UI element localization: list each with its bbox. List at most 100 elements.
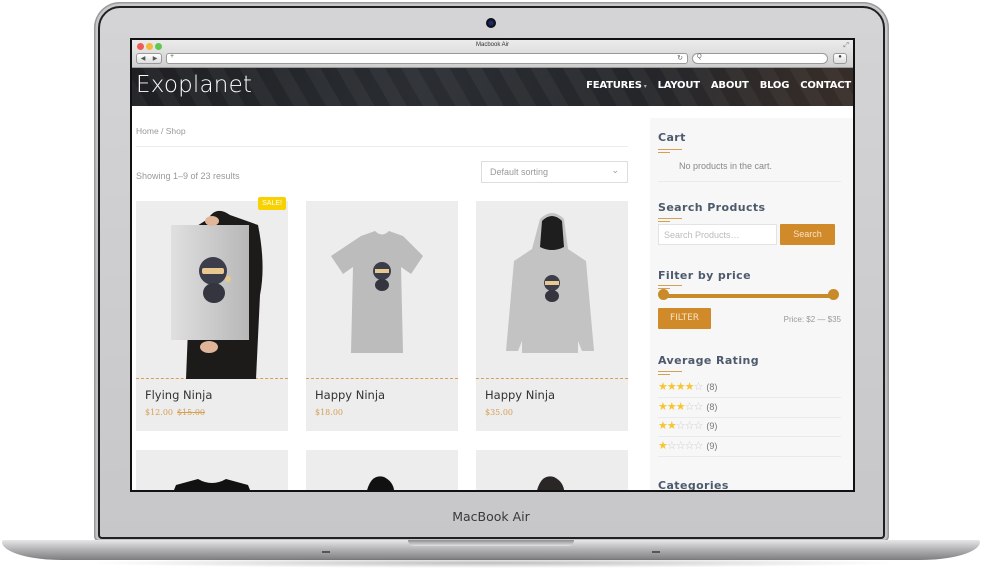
star-empty-icon: ☆: [666, 439, 677, 452]
forward-icon[interactable]: ▶: [153, 55, 158, 62]
product-search-input[interactable]: Search Products…: [658, 224, 777, 245]
result-count: Showing 1–9 of 23 results: [136, 171, 240, 181]
rating-filter-row[interactable]: ★★☆☆☆ (9): [658, 419, 717, 432]
star-empty-icon: ☆: [693, 400, 704, 413]
hoodie-image: [506, 213, 594, 353]
page-content: Home / Shop Showing 1–9 of 23 results De…: [132, 106, 853, 490]
filter-by-price-title: Filter by price: [658, 269, 751, 282]
browser-titlebar: Macbook Air ⤢ ◀ ▶ + ↻ Q ●: [132, 40, 853, 68]
site-logo[interactable]: Exoplanet: [136, 72, 252, 98]
filter-button[interactable]: FILTER: [658, 308, 711, 329]
laptop-foot: [322, 551, 330, 553]
star-filled-icon: ★: [675, 400, 686, 413]
rating-count: (9): [706, 421, 718, 431]
camera-icon: [486, 18, 496, 28]
product-card[interactable]: [136, 450, 288, 490]
star-filled-icon: ★: [675, 381, 686, 393]
search-button[interactable]: Search: [780, 224, 835, 245]
star-filled-icon: ★: [658, 381, 668, 393]
product-image[interactable]: [306, 201, 458, 379]
star-filled-icon: ★: [666, 400, 677, 413]
price-min-handle[interactable]: [658, 289, 669, 300]
product-image: [174, 479, 250, 490]
divider: [658, 181, 841, 182]
product-price: $18.00: [315, 408, 343, 417]
product-card[interactable]: [306, 450, 458, 490]
product-card[interactable]: [476, 450, 628, 490]
divider: [658, 416, 841, 418]
cart-title: Cart: [658, 131, 686, 144]
product-name[interactable]: Happy Ninja: [315, 388, 385, 402]
star-empty-icon: ☆: [675, 420, 686, 432]
nav-contact[interactable]: CONTACT: [800, 80, 851, 91]
average-rating-title: Average Rating: [658, 354, 759, 367]
title-underline: [658, 374, 670, 375]
laptop-foot: [652, 551, 660, 553]
product-card[interactable]: SALE! Flying Ninja $12.00 $15.00: [136, 197, 288, 431]
star-filled-icon: ★: [666, 420, 677, 432]
rating-count: (9): [706, 440, 718, 451]
info-icon[interactable]: ●: [833, 53, 847, 64]
rating-count: (8): [706, 382, 718, 392]
nav-about[interactable]: ABOUT: [711, 80, 749, 91]
star-empty-icon: ☆: [684, 400, 695, 413]
sort-selected-value: Default sorting: [490, 167, 549, 177]
sort-select[interactable]: Default sorting ⌄: [481, 161, 628, 183]
rating-filter-row[interactable]: ★☆☆☆☆ (9): [658, 439, 717, 452]
title-underline: [658, 218, 682, 219]
price-range-track[interactable]: [662, 294, 833, 298]
star-filled-icon: ★: [666, 381, 677, 393]
star-empty-icon: ☆: [675, 439, 686, 452]
title-underline: [658, 149, 682, 150]
product-image: [367, 476, 395, 490]
browser-window: Macbook Air ⤢ ◀ ▶ + ↻ Q ● Exoplanet FEAT…: [130, 38, 855, 492]
star-empty-icon: ☆: [684, 420, 695, 432]
product-image[interactable]: SALE!: [136, 197, 288, 379]
nav-features[interactable]: FEATURES ▾: [586, 80, 647, 91]
browser-search-input[interactable]: Q: [692, 53, 828, 64]
window-title: Macbook Air: [475, 42, 509, 48]
nav-blog[interactable]: BLOG: [760, 80, 790, 91]
reload-icon[interactable]: ↻: [677, 54, 683, 62]
sale-badge: SALE!: [258, 197, 286, 210]
chevron-down-icon: ▾: [643, 83, 647, 90]
title-underline: [658, 285, 682, 286]
product-name[interactable]: Happy Ninja: [485, 388, 555, 402]
product-name[interactable]: Flying Ninja: [145, 388, 212, 402]
rating-filter-row[interactable]: ★★★☆☆ (8): [658, 400, 717, 413]
laptop-notch: [408, 540, 574, 546]
laptop-shadow: [80, 558, 902, 568]
url-bar[interactable]: + ↻: [166, 53, 688, 64]
divider: [658, 436, 841, 437]
product-card[interactable]: Happy Ninja $18.00: [306, 201, 458, 431]
poster-image: [171, 210, 263, 379]
rating-count: (8): [706, 401, 718, 412]
star-filled-icon: ★: [658, 400, 668, 413]
star-empty-icon: ☆: [693, 420, 704, 432]
product-price: $12.00 $15.00: [145, 408, 205, 417]
fullscreen-icon[interactable]: ⤢: [843, 42, 849, 50]
nav-layout[interactable]: LAYOUT: [658, 80, 700, 91]
product-image[interactable]: [476, 201, 628, 379]
divider: [136, 146, 628, 147]
title-underline: [658, 371, 682, 372]
product-card[interactable]: Happy Ninja $35.00: [476, 201, 628, 431]
divider: [658, 455, 841, 457]
product-image: [537, 476, 565, 490]
divider: [658, 397, 841, 398]
history-nav: ◀ ▶: [136, 53, 162, 64]
regular-price: $15.00: [177, 408, 205, 417]
add-bookmark-icon[interactable]: +: [170, 53, 174, 60]
star-filled-icon: ★: [684, 381, 695, 393]
title-underline: [658, 221, 670, 222]
star-filled-icon: ★: [658, 420, 668, 432]
title-underline: [658, 152, 670, 153]
breadcrumb[interactable]: Home / Shop: [136, 126, 186, 136]
search-products-title: Search Products: [658, 201, 766, 214]
sale-price: $12.00: [145, 408, 173, 417]
back-icon[interactable]: ◀: [141, 55, 146, 62]
nav-label: FEATURES: [586, 80, 642, 91]
main-nav: FEATURES ▾ LAYOUT ABOUT BLOG CONTACT: [586, 80, 851, 91]
price-max-handle[interactable]: [828, 289, 839, 300]
rating-filter-row[interactable]: ★★★★☆ (8): [658, 380, 717, 393]
